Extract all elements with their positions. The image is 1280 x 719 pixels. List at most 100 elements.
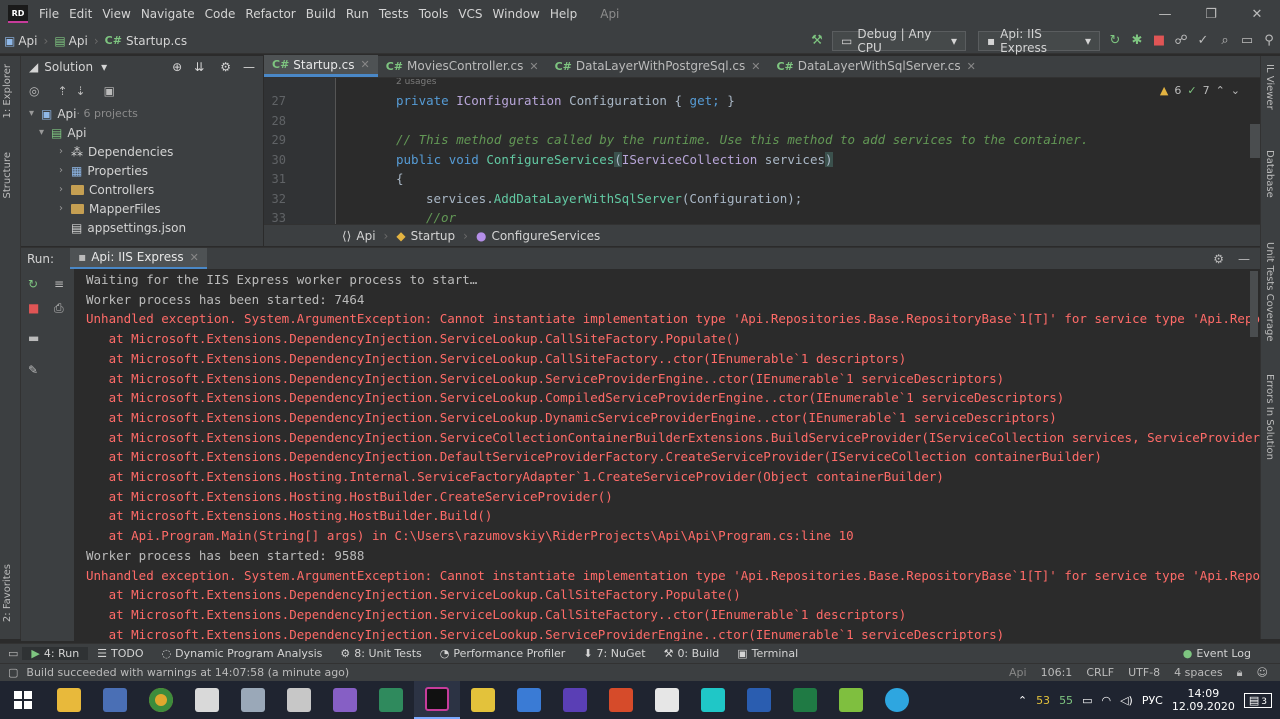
- chevron-down-icon[interactable]: ▾: [101, 60, 107, 74]
- bolt-app-icon[interactable]: [690, 681, 736, 719]
- file-explorer-icon[interactable]: [46, 681, 92, 719]
- configuration-select[interactable]: ▭ Debug | Any CPU ▾: [832, 27, 966, 55]
- run-tab[interactable]: ▪ Api: IIS Express ✕: [70, 247, 207, 270]
- tool-tab-terminal[interactable]: ▣ Terminal: [728, 647, 807, 660]
- status-message[interactable]: Build succeeded with warnings at 14:07:5…: [26, 666, 349, 679]
- tool-tab-build[interactable]: ⚒ 0: Build: [655, 647, 729, 660]
- rerun-icon[interactable]: ↻: [28, 277, 38, 291]
- tool-tab-il-viewer[interactable]: IL Viewer: [1264, 64, 1275, 110]
- menu-tests[interactable]: Tests: [374, 7, 414, 21]
- visual-studio-icon[interactable]: [322, 681, 368, 719]
- chrome-icon[interactable]: [138, 681, 184, 719]
- menu-run[interactable]: Run: [341, 7, 374, 21]
- menu-edit[interactable]: Edit: [64, 7, 97, 21]
- notifications-icon[interactable]: ▤ 3: [1243, 692, 1272, 708]
- print-icon[interactable]: ⎙: [54, 301, 64, 316]
- volume-icon[interactable]: ◁): [1120, 694, 1133, 707]
- code-editor[interactable]: 27 28 29 30 31 32 33 2 usages private IC…: [264, 78, 1260, 224]
- tab-startup[interactable]: C# Startup.cs ✕: [264, 55, 378, 77]
- tool-tab-database[interactable]: Database: [1264, 150, 1275, 198]
- close-tab-icon[interactable]: ✕: [361, 58, 370, 71]
- attach-icon[interactable]: ☍: [1170, 33, 1192, 48]
- menu-file[interactable]: File: [34, 7, 64, 21]
- editor2-app-icon[interactable]: [828, 681, 874, 719]
- breadcrumb-file[interactable]: C# Startup.cs: [101, 34, 192, 48]
- tree-item-project[interactable]: ▾ ▤ Api: [29, 123, 263, 142]
- tool-window-toggle-icon[interactable]: ▭: [8, 647, 18, 660]
- hide-icon[interactable]: —: [1238, 252, 1250, 266]
- chevron-up-icon[interactable]: ⌃: [1216, 84, 1225, 97]
- paint-icon[interactable]: [184, 681, 230, 719]
- pin-icon[interactable]: ✎: [28, 363, 38, 377]
- solution-view-select[interactable]: Solution: [44, 60, 93, 74]
- tray-indicator-b[interactable]: 55: [1059, 694, 1073, 707]
- menu-view[interactable]: View: [97, 7, 135, 21]
- run-configuration-select[interactable]: ▪ Api: IIS Express ▾: [978, 27, 1100, 55]
- settings-gear-icon[interactable]: ⚙: [1213, 252, 1224, 266]
- layout-icon[interactable]: ▭: [1236, 33, 1258, 48]
- filter-icon[interactable]: ⇣: [76, 84, 86, 98]
- tool-tab-favorites[interactable]: 2: Favorites: [2, 564, 13, 622]
- lock-icon[interactable]: 🔒︎: [1237, 666, 1243, 680]
- tray-expand-icon[interactable]: ⌃: [1018, 694, 1027, 707]
- check-icon[interactable]: ✓: [1192, 33, 1214, 48]
- inspection-widget[interactable]: ▲ 6 ✓ 7 ⌃ ⌄: [1160, 84, 1240, 97]
- wifi-icon[interactable]: ◠: [1101, 694, 1111, 707]
- run-console[interactable]: Waiting for the IIS Express worker proce…: [74, 269, 1260, 641]
- tab-datalayerwithsqlserver[interactable]: C# DataLayerWithSqlServer.cs ✕: [768, 55, 983, 77]
- git-tool-icon[interactable]: [368, 681, 414, 719]
- tree-item-appsettings[interactable]: ▤ appsettings.json: [29, 218, 263, 237]
- tree-item-dependencies[interactable]: › ⁂ Dependencies: [29, 142, 263, 161]
- tree-item-controllers[interactable]: › Controllers: [29, 180, 263, 199]
- breadcrumb-method[interactable]: ConfigureServices: [491, 229, 600, 243]
- menu-tools[interactable]: Tools: [414, 7, 454, 21]
- tool-tab-event-log[interactable]: ● Event Log: [1174, 647, 1260, 660]
- tree-item-mapperfiles[interactable]: › MapperFiles: [29, 199, 263, 218]
- windows-start-icon[interactable]: [0, 681, 46, 719]
- tool-tab-explorer[interactable]: 1: Explorer: [2, 64, 13, 119]
- status-line-ending[interactable]: CRLF: [1086, 666, 1114, 679]
- input-language[interactable]: РУС: [1142, 694, 1163, 707]
- save-app-icon[interactable]: [92, 681, 138, 719]
- tool-app-icon[interactable]: [460, 681, 506, 719]
- settings-app-icon[interactable]: [598, 681, 644, 719]
- tree-item-properties[interactable]: › ▦ Properties: [29, 161, 263, 180]
- tree-item-solution[interactable]: ▾ ▣ Api · 6 projects: [29, 104, 263, 123]
- usages-hint[interactable]: 2 usages: [396, 78, 436, 87]
- tray-indicator-a[interactable]: 53: [1036, 694, 1050, 707]
- tool-tab-run[interactable]: ▶ 4: Run: [22, 647, 89, 660]
- breadcrumb-class[interactable]: Startup: [411, 229, 456, 243]
- tool-tab-dynamic-analysis[interactable]: ◌ Dynamic Program Analysis: [153, 647, 332, 660]
- inspector-icon[interactable]: ☺: [1257, 666, 1268, 679]
- menu-navigate[interactable]: Navigate: [136, 7, 200, 21]
- debug-icon[interactable]: ✱: [1126, 33, 1148, 48]
- excel-icon[interactable]: [782, 681, 828, 719]
- hide-icon[interactable]: —: [243, 60, 255, 74]
- breadcrumb-project[interactable]: ▤ Api: [50, 34, 92, 48]
- show-all-files-icon[interactable]: ◎: [29, 84, 39, 98]
- status-project[interactable]: Api: [1009, 666, 1027, 679]
- dotpeek-icon[interactable]: [552, 681, 598, 719]
- search-everywhere-icon[interactable]: ⚲: [1258, 33, 1280, 48]
- menu-code[interactable]: Code: [200, 7, 241, 21]
- sort-icon[interactable]: ⇡: [57, 84, 67, 98]
- rider-taskbar-icon[interactable]: [414, 681, 460, 719]
- restore-icon[interactable]: ❐: [1188, 7, 1234, 22]
- editor-app-icon[interactable]: [506, 681, 552, 719]
- collapse-all-icon[interactable]: ⇊: [194, 60, 204, 74]
- close-tab-icon[interactable]: ✕: [529, 60, 538, 73]
- clock[interactable]: 14:09 12.09.2020: [1172, 687, 1235, 713]
- document-app-icon[interactable]: [644, 681, 690, 719]
- tool-tab-structure[interactable]: Structure: [2, 152, 13, 199]
- tool-tab-nuget[interactable]: ⬇ 7: NuGet: [574, 647, 654, 660]
- layout-icon[interactable]: ▬: [28, 331, 39, 345]
- close-tab-icon[interactable]: ✕: [751, 60, 760, 73]
- tool-tab-errors-in-solution[interactable]: Errors In Solution: [1264, 374, 1275, 460]
- minimize-icon[interactable]: —: [1142, 7, 1188, 22]
- status-toggle-icon[interactable]: ▢: [8, 666, 18, 679]
- powershell-icon[interactable]: [736, 681, 782, 719]
- menu-build[interactable]: Build: [301, 7, 341, 21]
- properties-icon[interactable]: ▣: [104, 84, 115, 98]
- soft-wrap-icon[interactable]: ≡: [54, 277, 64, 291]
- close-tab-icon[interactable]: ✕: [190, 251, 199, 264]
